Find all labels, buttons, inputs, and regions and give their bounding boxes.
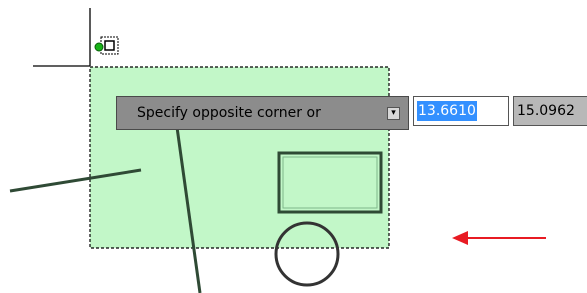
prompt-options-button[interactable]: ▾ [387, 107, 400, 120]
red-arrow-icon [452, 231, 546, 245]
y-coordinate-value: 15.0962 [517, 103, 575, 119]
dynamic-input-prompt: Specify opposite corner or ▾ [116, 96, 409, 130]
x-coordinate-value: 13.6610 [417, 101, 477, 121]
pickbox-icon [100, 36, 119, 55]
prompt-text: Specify opposite corner or [137, 105, 321, 121]
grip-icon [94, 42, 104, 52]
drawing-canvas[interactable] [0, 0, 587, 293]
y-coordinate-input[interactable]: 15.0962 [513, 96, 587, 126]
x-coordinate-input[interactable]: 13.6610 [413, 96, 509, 126]
